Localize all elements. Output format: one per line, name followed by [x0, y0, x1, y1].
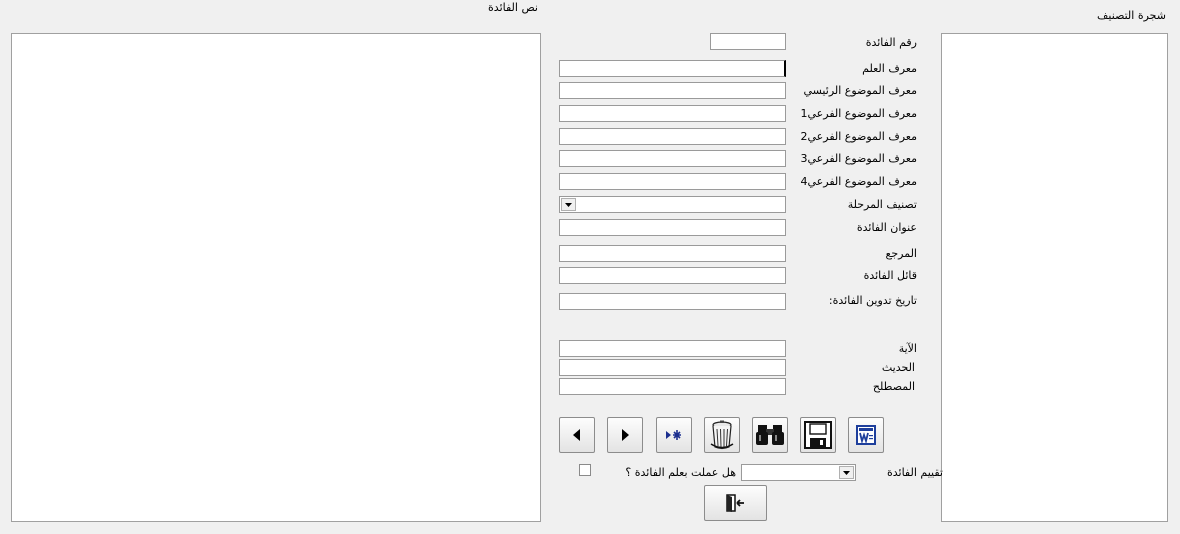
search-button[interactable] — [752, 417, 788, 453]
exit-door-icon — [725, 494, 744, 512]
subtopic2-id-label: معرف الموضوع الفرعي2 — [800, 130, 917, 143]
subtopic3-id-label: معرف الموضوع الفرعي3 — [800, 152, 917, 165]
previous-record-button[interactable] — [559, 417, 595, 453]
rating-dropdown[interactable] — [741, 464, 856, 481]
applied-knowledge-label: هل عملت بعلم الفائدة ؟ — [625, 466, 736, 479]
stage-classification-dropdown[interactable] — [559, 196, 786, 213]
subtopic3-id-input[interactable] — [559, 150, 786, 167]
record-date-label: تاريخ تدوين الفائدة: — [828, 294, 917, 307]
export-word-button[interactable] — [848, 417, 884, 453]
binoculars-icon — [756, 425, 784, 445]
new-record-icon — [666, 430, 681, 440]
subtopic1-id-label: معرف الموضوع الفرعي1 — [800, 107, 917, 120]
save-button[interactable] — [800, 417, 836, 453]
benefit-text-area[interactable] — [11, 33, 541, 522]
rating-label: تقييم الفائدة — [886, 466, 943, 479]
benefit-author-input[interactable] — [559, 267, 786, 284]
science-id-input[interactable] — [559, 60, 786, 77]
reference-label: المرجع — [885, 247, 918, 260]
new-record-button[interactable] — [656, 417, 692, 453]
hadith-input[interactable] — [559, 359, 786, 376]
benefit-title-input[interactable] — [559, 219, 786, 236]
benefit-text-label: نص الفائدة — [488, 1, 538, 14]
benefit-number-input[interactable] — [710, 33, 786, 50]
arrow-left-icon — [573, 429, 580, 441]
term-input[interactable] — [559, 378, 786, 395]
classification-tree-label: شجرة التصنيف — [1097, 9, 1166, 22]
science-id-label: معرف العلم — [862, 62, 917, 75]
delete-button[interactable] — [704, 417, 740, 453]
trash-icon — [710, 420, 734, 450]
next-record-button[interactable] — [607, 417, 643, 453]
verse-label: الآية — [898, 342, 917, 355]
word-icon — [856, 425, 876, 445]
reference-input[interactable] — [559, 245, 786, 262]
applied-knowledge-checkbox[interactable] — [579, 464, 591, 476]
main-topic-id-label: معرف الموضوع الرئيسي — [803, 84, 917, 97]
hadith-label: الحديث — [881, 361, 915, 374]
classification-tree[interactable] — [941, 33, 1168, 522]
subtopic4-id-label: معرف الموضوع الفرعي4 — [800, 175, 917, 188]
chevron-down-icon[interactable] — [839, 466, 854, 479]
subtopic4-id-input[interactable] — [559, 173, 786, 190]
benefit-title-label: عنوان الفائدة — [856, 221, 917, 234]
term-label: المصطلح — [872, 380, 915, 393]
benefit-number-label: رقم الفائدة — [865, 36, 917, 49]
subtopic2-id-input[interactable] — [559, 128, 786, 145]
record-date-input[interactable] — [559, 293, 786, 310]
subtopic1-id-input[interactable] — [559, 105, 786, 122]
benefit-author-label: قائل الفائدة — [863, 269, 917, 282]
chevron-down-icon[interactable] — [561, 198, 576, 211]
floppy-disk-icon — [804, 421, 832, 449]
exit-button[interactable] — [704, 485, 767, 521]
main-topic-id-input[interactable] — [559, 82, 786, 99]
arrow-right-icon — [622, 429, 629, 441]
verse-input[interactable] — [559, 340, 786, 357]
stage-classification-label: تصنيف المرحلة — [847, 198, 917, 211]
